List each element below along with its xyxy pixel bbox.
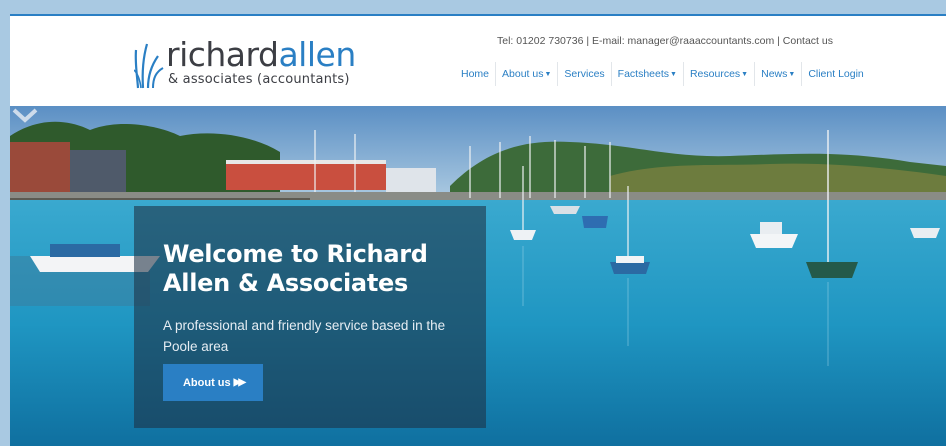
nav-item-news[interactable]: News▼ [755,62,803,86]
caret-down-icon: ▼ [788,71,796,78]
nav-label: Factsheets [617,68,670,80]
site-header: richardallen & associates (accountants) … [10,16,946,106]
nav-item-resources[interactable]: Resources▼ [684,62,756,86]
main-nav: Home About us▼ Services Factsheets▼ Reso… [455,62,870,86]
browser-viewport: richardallen & associates (accountants) … [10,14,946,446]
grass-logo-icon [134,43,164,89]
hero-banner: Welcome to Richard Allen & Associates A … [10,106,946,446]
caret-down-icon: ▼ [670,71,677,78]
hero-title: Welcome to Richard Allen & Associates [163,240,428,297]
nav-item-home[interactable]: Home [455,62,497,86]
nav-label: About us [502,68,544,80]
caret-down-icon: ▼ [544,71,552,78]
nav-item-factsheets[interactable]: Factsheets▼ [612,62,684,86]
logo-name-first: richard [166,35,279,74]
nav-label: Client Login [808,68,864,80]
nav-label: Resources [689,68,741,80]
logo-name-last: allen [278,35,356,74]
nav-item-client-login[interactable]: Client Login [802,62,869,86]
logo-name: richardallen [166,38,356,71]
caret-down-icon: ▼ [741,71,749,78]
about-us-button[interactable]: About us ▶▶ [163,364,263,401]
nav-label: Services [564,68,605,80]
contact-info[interactable]: Tel: 01202 730736 | E-mail: manager@raaa… [497,35,937,47]
hero-subtitle: A professional and friendly service base… [163,318,446,354]
chevron-down-icon[interactable] [10,106,40,126]
about-us-button-label: About us [182,376,231,389]
nav-label: News [761,68,788,80]
nav-item-about-us[interactable]: About us▼ [496,62,559,86]
double-chevron-right-icon: ▶▶ [233,377,247,388]
site-logo[interactable]: richardallen & associates (accountants) [134,38,374,94]
nav-item-services[interactable]: Services [558,62,612,86]
nav-label: Home [461,68,490,80]
logo-tagline: & associates (accountants) [168,72,350,87]
